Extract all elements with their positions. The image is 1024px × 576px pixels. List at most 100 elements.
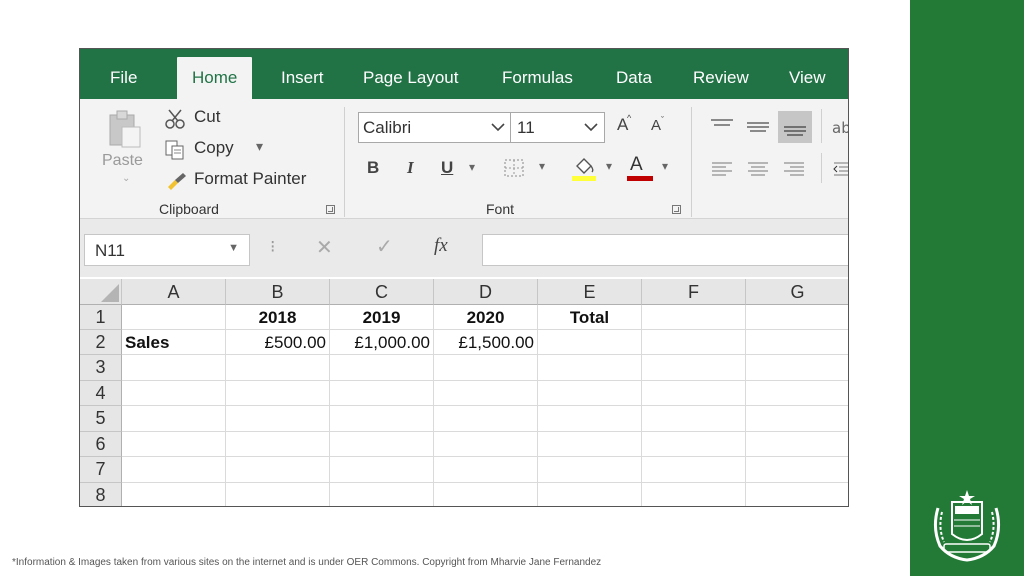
column-header-f[interactable]: F [642, 279, 746, 305]
cell-e3[interactable] [538, 355, 642, 381]
tab-review[interactable]: Review [693, 57, 749, 99]
cell-f5[interactable] [642, 406, 746, 432]
cell-a6[interactable] [122, 432, 226, 457]
row-header-6[interactable]: 6 [80, 432, 122, 457]
cell-c8[interactable] [330, 483, 434, 506]
tab-view[interactable]: View [789, 57, 826, 99]
cell-f2[interactable] [642, 330, 746, 355]
cut-button[interactable]: Cut [164, 106, 234, 130]
font-size-dropdown[interactable]: 11 [510, 112, 605, 143]
align-left-button[interactable] [708, 157, 736, 181]
font-dialog-launcher-icon[interactable] [672, 205, 681, 214]
tab-insert[interactable]: Insert [281, 57, 324, 99]
cell-a2[interactable]: Sales [122, 330, 226, 355]
orientation-button[interactable]: ab [830, 115, 848, 139]
column-header-b[interactable]: B [226, 279, 330, 305]
cell-g2[interactable] [746, 330, 848, 355]
cell-g4[interactable] [746, 381, 848, 406]
row-header-5[interactable]: 5 [80, 406, 122, 432]
cell-e1[interactable]: Total [538, 305, 642, 330]
cell-a7[interactable] [122, 457, 226, 483]
underline-dropdown-icon[interactable]: ▾ [469, 160, 475, 174]
italic-button[interactable]: I [407, 158, 414, 178]
insert-function-button[interactable]: fx [434, 235, 448, 257]
cell-g3[interactable] [746, 355, 848, 381]
clipboard-dialog-launcher-icon[interactable] [326, 205, 335, 214]
cell-c6[interactable] [330, 432, 434, 457]
tab-data[interactable]: Data [616, 57, 652, 99]
cell-c3[interactable] [330, 355, 434, 381]
cell-d4[interactable] [434, 381, 538, 406]
cell-c2[interactable]: £1,000.00 [330, 330, 434, 355]
cell-d6[interactable] [434, 432, 538, 457]
cell-b7[interactable] [226, 457, 330, 483]
fill-color-button[interactable]: ▾ [571, 154, 617, 182]
more-options-icon[interactable]: ⁝ [270, 237, 275, 257]
cell-f4[interactable] [642, 381, 746, 406]
bold-button[interactable]: B [367, 158, 379, 178]
cell-b8[interactable] [226, 483, 330, 506]
cell-c5[interactable] [330, 406, 434, 432]
tab-page-layout[interactable]: Page Layout [363, 57, 458, 99]
column-header-g[interactable]: G [746, 279, 848, 305]
cell-f7[interactable] [642, 457, 746, 483]
cell-c7[interactable] [330, 457, 434, 483]
cell-d5[interactable] [434, 406, 538, 432]
cell-e2[interactable] [538, 330, 642, 355]
cell-b3[interactable] [226, 355, 330, 381]
cell-b4[interactable] [226, 381, 330, 406]
row-header-7[interactable]: 7 [80, 457, 122, 483]
decrease-font-size-button[interactable]: Aˇ [651, 115, 671, 139]
cell-e7[interactable] [538, 457, 642, 483]
column-header-c[interactable]: C [330, 279, 434, 305]
cell-a5[interactable] [122, 406, 226, 432]
cell-d1[interactable]: 2020 [434, 305, 538, 330]
formula-input[interactable] [482, 234, 848, 266]
cell-b2[interactable]: £500.00 [226, 330, 330, 355]
tab-file[interactable]: File [110, 57, 137, 99]
cell-c1[interactable]: 2019 [330, 305, 434, 330]
row-header-1[interactable]: 1 [80, 305, 122, 330]
cell-a1[interactable] [122, 305, 226, 330]
font-name-dropdown[interactable]: Calibri [358, 112, 512, 143]
cell-g7[interactable] [746, 457, 848, 483]
underline-button[interactable]: U [441, 158, 453, 178]
cell-d7[interactable] [434, 457, 538, 483]
font-color-button[interactable]: A ▾ [627, 154, 673, 182]
name-box[interactable]: N11 ▼ [84, 234, 250, 266]
cell-c4[interactable] [330, 381, 434, 406]
cell-b1[interactable]: 2018 [226, 305, 330, 330]
cell-g5[interactable] [746, 406, 848, 432]
copy-button[interactable]: Copy ▾ [164, 137, 274, 161]
cell-f3[interactable] [642, 355, 746, 381]
cell-f8[interactable] [642, 483, 746, 506]
enter-icon[interactable]: ✓ [376, 234, 393, 259]
align-center-button[interactable] [744, 157, 772, 181]
cell-d2[interactable]: £1,500.00 [434, 330, 538, 355]
cell-f6[interactable] [642, 432, 746, 457]
cell-e8[interactable] [538, 483, 642, 506]
tab-formulas[interactable]: Formulas [502, 57, 573, 99]
tab-home[interactable]: Home [177, 57, 253, 99]
cell-f1[interactable] [642, 305, 746, 330]
cell-e4[interactable] [538, 381, 642, 406]
cell-b6[interactable] [226, 432, 330, 457]
column-header-d[interactable]: D [434, 279, 538, 305]
cell-d8[interactable] [434, 483, 538, 506]
select-all-corner[interactable] [80, 279, 122, 305]
cell-d3[interactable] [434, 355, 538, 381]
decrease-indent-button[interactable] [830, 157, 848, 181]
cell-a8[interactable] [122, 483, 226, 506]
cancel-icon[interactable]: ✕ [316, 235, 333, 260]
column-header-a[interactable]: A [122, 279, 226, 305]
row-header-8[interactable]: 8 [80, 483, 122, 506]
cell-e6[interactable] [538, 432, 642, 457]
align-right-button[interactable] [780, 157, 808, 181]
increase-font-size-button[interactable]: A ^ [617, 113, 637, 137]
row-header-2[interactable]: 2 [80, 330, 122, 355]
cell-e5[interactable] [538, 406, 642, 432]
cell-g8[interactable] [746, 483, 848, 506]
align-top-button[interactable] [708, 115, 736, 139]
row-header-4[interactable]: 4 [80, 381, 122, 406]
align-bottom-button[interactable] [778, 111, 812, 143]
